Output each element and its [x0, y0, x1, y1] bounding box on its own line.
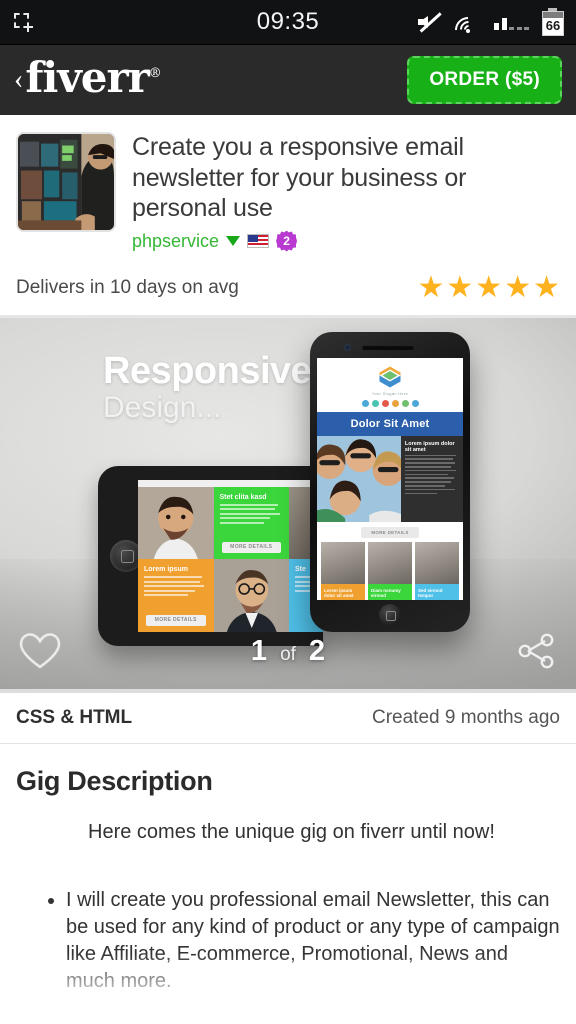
- gig-description-heading: Gig Description: [16, 765, 213, 796]
- phone-hero: Lorem ipsum dolor sit amet: [317, 435, 463, 522]
- share-icon[interactable]: [514, 631, 558, 671]
- wifi-icon: [449, 11, 487, 49]
- gig-description-intro: Here comes the unique gig on fiverr unti…: [88, 820, 495, 843]
- heart-icon[interactable]: [18, 631, 62, 671]
- phone-hero-sidebar: Lorem ipsum dolor sit amet: [400, 435, 463, 522]
- phone-tagline: Your Slogan Here: [371, 390, 409, 396]
- list-item: I will create you professional email New…: [66, 887, 560, 995]
- tablet-card-heading: Stet clita kasd: [219, 493, 267, 501]
- phone-more-details-button: MORE DETAILS: [361, 526, 419, 538]
- star-icon: ★: [504, 270, 532, 304]
- fiverr-gig-page: 09:35 66 ‹ fiverr® ORDER ($5) Create you…: [0, 0, 576, 1024]
- fiverr-logo[interactable]: fiverr®: [25, 57, 162, 99]
- seller-thumbnail[interactable]: [16, 132, 116, 232]
- battery-level: 66: [545, 18, 561, 33]
- seller-name[interactable]: phpservice: [132, 231, 219, 252]
- star-icon: ★: [475, 270, 503, 304]
- phone-screen: Your Slogan Here Dolor Sit Amet Lorem ip…: [317, 357, 463, 600]
- phone-card-caption: Diam nonumy eirmod ★★★★★: [368, 583, 412, 600]
- gallery-controls: 1 of 2: [0, 614, 576, 689]
- delivery-time: Delivers in 10 days on avg: [16, 276, 239, 298]
- phone-banner-title: Dolor Sit Amet: [317, 411, 463, 436]
- seller-row[interactable]: phpservice 2: [132, 230, 560, 252]
- gig-title: Create you a responsive email newsletter…: [132, 133, 467, 222]
- battery-icon: 66: [542, 8, 564, 36]
- mute-icon: [418, 12, 442, 33]
- gallery-pagination: 1 of 2: [251, 635, 325, 668]
- app-navbar: ‹ fiverr® ORDER ($5): [0, 45, 576, 115]
- tablet-grid: Stet clita kasd MORE DETAILS Lorem ipsum…: [138, 486, 323, 632]
- gig-description-bullets: I will create you professional email New…: [16, 887, 560, 995]
- gallery-headline-primary: Responsive: [103, 349, 312, 392]
- tablet-card-heading: Lorem ipsum: [144, 566, 188, 573]
- signal-icon: [494, 14, 529, 30]
- phone-card-photo: [415, 541, 459, 584]
- phone-social-dots: [317, 399, 463, 407]
- friends-illustration: [317, 435, 401, 522]
- phone-card: Sed eirmod tempor ★★★★★: [415, 541, 459, 600]
- phone-card-row: Lorem ipsum dolor sit amet ★★★★★ Diam no…: [317, 537, 463, 600]
- gig-meta-row: CSS & HTML Created 9 months ago: [0, 693, 576, 744]
- phone-card-caption: Lorem ipsum dolor sit amet ★★★★★: [321, 583, 365, 600]
- phone-camera-icon: [344, 343, 351, 351]
- page-separator: of: [280, 643, 296, 665]
- phone-card-heading: Lorem ipsum dolor sit amet: [324, 587, 354, 599]
- us-flag-icon: [247, 234, 270, 248]
- phone-mockup: Your Slogan Here Dolor Sit Amet Lorem ip…: [310, 331, 470, 632]
- more-details-button: MORE DETAILS: [221, 542, 282, 553]
- status-bar-right: 66: [418, 8, 576, 49]
- star-icon: ★: [417, 270, 445, 304]
- tablet-screen: Stet clita kasd MORE DETAILS Lorem ipsum…: [138, 479, 323, 632]
- newsletter-logo-icon: [375, 365, 405, 389]
- gig-gallery[interactable]: Responsive Design... Stet clita kasd MOR…: [0, 317, 576, 693]
- star-icon: ★: [533, 270, 560, 304]
- gig-header-text: Create you a responsive email newsletter…: [132, 132, 560, 252]
- total-pages: 2: [308, 634, 326, 667]
- gig-category[interactable]: CSS & HTML: [16, 707, 132, 729]
- registered-mark-icon: ®: [148, 66, 162, 81]
- gig-description-section: Gig Description Here comes the unique gi…: [0, 744, 576, 995]
- current-page: 1: [250, 634, 268, 667]
- tablet-photo-cell: [138, 486, 214, 559]
- phone-card-heading: Sed eirmod tempor: [418, 587, 443, 599]
- tablet-card-green: Stet clita kasd MORE DETAILS: [213, 486, 290, 559]
- rating-stars: ★ ★ ★ ★ ★: [417, 270, 560, 304]
- phone-card: Diam nonumy eirmod ★★★★★: [368, 541, 412, 600]
- phone-speaker-icon: [362, 344, 414, 350]
- logo-shape: [379, 366, 401, 387]
- back-button[interactable]: ‹: [14, 66, 23, 94]
- heart-shape: [19, 633, 61, 669]
- tablet-topbar: [138, 479, 323, 487]
- star-icon: ★: [446, 270, 474, 304]
- seller-level-number: 2: [283, 234, 290, 248]
- gig-created-date: Created 9 months ago: [371, 706, 560, 728]
- order-button[interactable]: ORDER ($5): [407, 56, 562, 104]
- chevron-down-icon[interactable]: [226, 236, 241, 246]
- phone-card-caption: Sed eirmod tempor ★★★★★: [415, 583, 459, 600]
- phone-card-heading: Diam nonumy eirmod: [371, 587, 401, 599]
- seller-level-badge: 2: [276, 230, 298, 252]
- status-bar: 09:35 66: [0, 0, 576, 49]
- gallery-headline-secondary: Design...: [103, 390, 222, 424]
- phone-card-photo: [368, 541, 412, 584]
- portrait-illustration: [138, 486, 214, 559]
- gig-header: Create you a responsive email newsletter…: [0, 115, 576, 264]
- share-shape: [518, 633, 554, 669]
- phone-side-heading: Lorem ipsum dolor sit amet: [404, 440, 455, 453]
- friends-photo: [317, 435, 401, 522]
- phone-card-photo: [321, 541, 365, 584]
- gallery-headline: Responsive Design...: [103, 349, 312, 425]
- delivery-row: Delivers in 10 days on avg ★ ★ ★ ★ ★: [0, 264, 576, 318]
- phone-logo-header: Your Slogan Here: [317, 357, 463, 412]
- brand-text: fiverr: [25, 53, 149, 102]
- thumbnail-image: [18, 134, 114, 230]
- phone-card: Lorem ipsum dolor sit amet ★★★★★: [321, 541, 365, 600]
